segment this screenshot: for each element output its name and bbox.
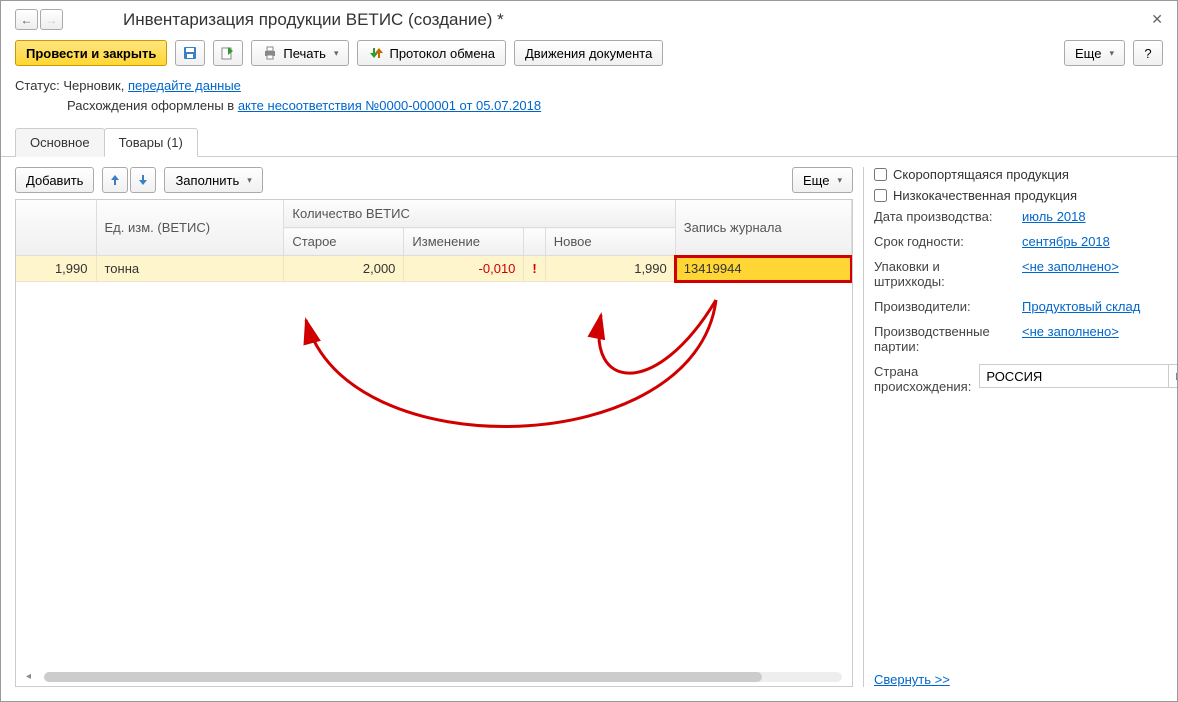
nav-back-button[interactable]: ← bbox=[15, 9, 38, 30]
warning-icon: ! bbox=[524, 256, 545, 282]
arrow-down-icon bbox=[135, 172, 151, 188]
document-movements-button[interactable]: Движения документа bbox=[514, 40, 663, 66]
fill-button[interactable]: Заполнить bbox=[164, 167, 262, 193]
production-date-label: Дата производства: bbox=[874, 209, 1014, 224]
post-button[interactable] bbox=[213, 40, 243, 66]
arrow-up-icon bbox=[107, 172, 123, 188]
col-unit: Ед. изм. (ВЕТИС) bbox=[96, 200, 284, 256]
horizontal-scrollbar[interactable] bbox=[44, 672, 842, 682]
col-change: Изменение bbox=[404, 228, 524, 256]
batches-link[interactable]: <не заполнено> bbox=[1022, 324, 1119, 339]
move-up-button[interactable] bbox=[102, 167, 128, 193]
table-more-button[interactable]: Еще bbox=[792, 167, 853, 193]
print-label: Печать bbox=[283, 46, 326, 61]
status-label: Статус: bbox=[15, 78, 60, 93]
country-label: Страна происхождения: bbox=[874, 364, 971, 394]
col-new: Новое bbox=[545, 228, 675, 256]
packaging-link[interactable]: <не заполнено> bbox=[1022, 259, 1119, 274]
open-reference-icon[interactable]: ▢ bbox=[1168, 365, 1178, 387]
save-icon bbox=[182, 45, 198, 61]
cell-journal[interactable]: 13419944 bbox=[675, 256, 851, 282]
country-input[interactable] bbox=[980, 369, 1168, 384]
add-button[interactable]: Добавить bbox=[15, 167, 94, 193]
cell-new[interactable]: 1,990 bbox=[545, 256, 675, 282]
cell-old[interactable]: 2,000 bbox=[284, 256, 404, 282]
exchange-protocol-button[interactable]: Протокол обмена bbox=[357, 40, 506, 66]
cell-qty[interactable]: 1,990 bbox=[16, 256, 96, 282]
exchange-icon bbox=[368, 45, 384, 61]
perishable-label: Скоропортящаяся продукция bbox=[893, 167, 1069, 182]
print-button[interactable]: Печать bbox=[251, 40, 349, 66]
discrepancy-act-link[interactable]: акте несоответствия №0000-000001 от 05.0… bbox=[238, 98, 541, 113]
packaging-label: Упаковки и штрихкоды: bbox=[874, 259, 1014, 289]
status-value: Черновик, bbox=[63, 78, 124, 93]
expiry-link[interactable]: сентябрь 2018 bbox=[1022, 234, 1110, 249]
protocol-label: Протокол обмена bbox=[389, 46, 495, 61]
col-qty-group: Количество ВЕТИС bbox=[284, 200, 675, 228]
table-row[interactable]: 1,990 тонна 2,000 -0,010 ! 1,990 1341994… bbox=[16, 256, 852, 282]
more-button[interactable]: Еще bbox=[1064, 40, 1125, 66]
tab-main[interactable]: Основное bbox=[15, 128, 105, 157]
perishable-checkbox[interactable] bbox=[874, 168, 887, 181]
move-down-button[interactable] bbox=[130, 167, 156, 193]
close-icon[interactable]: ✕ bbox=[1151, 11, 1163, 28]
post-icon bbox=[220, 45, 236, 61]
expiry-label: Срок годности: bbox=[874, 234, 1014, 249]
collapse-link[interactable]: Свернуть >> bbox=[874, 672, 950, 687]
save-button[interactable] bbox=[175, 40, 205, 66]
help-button[interactable]: ? bbox=[1133, 40, 1163, 66]
low-quality-checkbox[interactable] bbox=[874, 189, 887, 202]
production-date-link[interactable]: июль 2018 bbox=[1022, 209, 1086, 224]
col-old: Старое bbox=[284, 228, 404, 256]
producers-link[interactable]: Продуктовый склад bbox=[1022, 299, 1140, 314]
batches-label: Производственные партии: bbox=[874, 324, 1014, 354]
nav-forward-button[interactable]: → bbox=[40, 9, 63, 30]
page-title: Инвентаризация продукции ВЕТИС (создание… bbox=[73, 10, 504, 30]
cell-change[interactable]: -0,010 bbox=[404, 256, 524, 282]
col-journal: Запись журнала bbox=[675, 200, 851, 256]
transfer-data-link[interactable]: передайте данные bbox=[128, 78, 241, 93]
producers-label: Производители: bbox=[874, 299, 1014, 314]
cell-unit[interactable]: тонна bbox=[96, 256, 284, 282]
tab-goods[interactable]: Товары (1) bbox=[104, 128, 198, 157]
post-and-close-button[interactable]: Провести и закрыть bbox=[15, 40, 167, 66]
low-quality-label: Низкокачественная продукция bbox=[893, 188, 1077, 203]
discrepancy-text: Расхождения оформлены в bbox=[67, 98, 238, 113]
printer-icon bbox=[262, 45, 278, 61]
